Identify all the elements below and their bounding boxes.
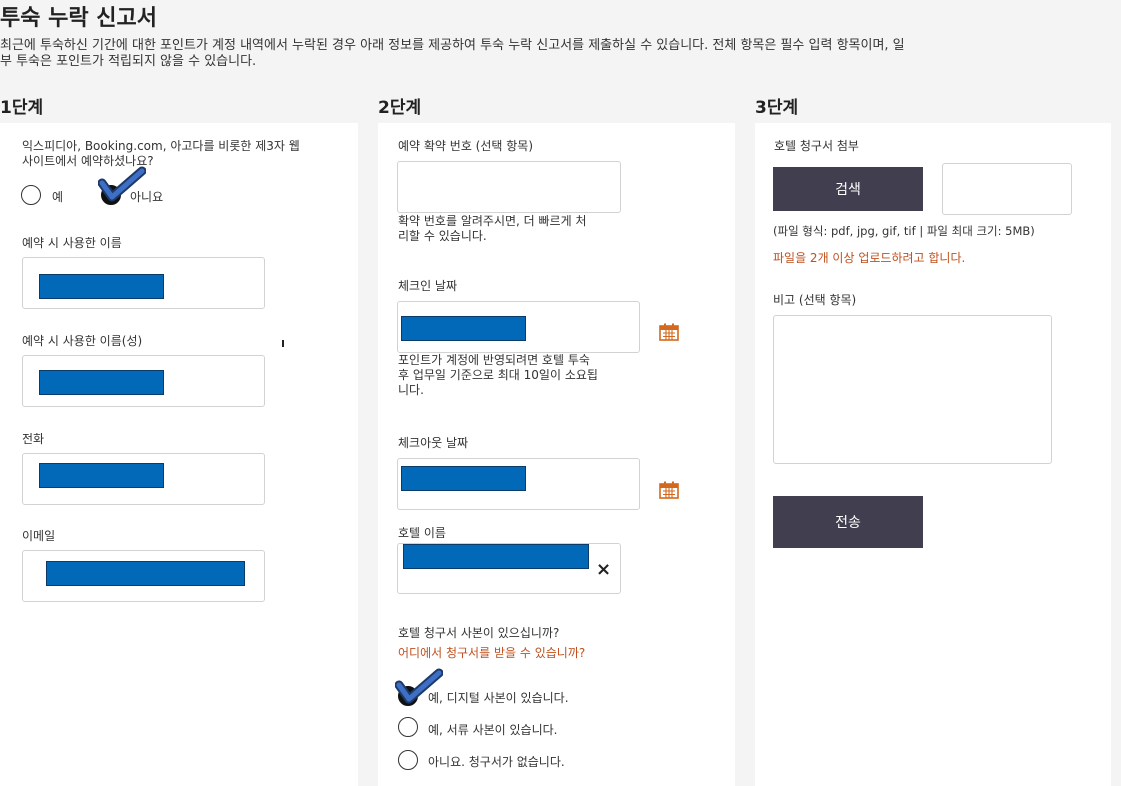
first-name-label: 예약 시 사용한 이름 <box>22 236 122 250</box>
step2-heading: 2단계 <box>378 98 422 118</box>
third-party-question-line-1: 익스피디아, Booking.com, 아고다를 비롯한 제3자 웹 <box>22 139 300 153</box>
confirmation-number-input[interactable] <box>397 161 621 213</box>
checkout-date-input[interactable] <box>397 458 640 510</box>
calendar-icon[interactable] <box>659 323 679 341</box>
text-cursor <box>282 340 284 347</box>
redacted-value <box>39 370 164 395</box>
upload-more-link[interactable]: 파일을 2개 이상 업로드하려고 합니다. <box>773 249 965 266</box>
hotel-name-label: 호텔 이름 <box>398 526 446 540</box>
checkin-hint-line-1: 포인트가 계정에 반영되려면 호텔 투숙 <box>398 353 590 367</box>
radio-third-party-no-label: 아니요 <box>130 190 164 204</box>
phone-input[interactable] <box>22 453 265 505</box>
redacted-value <box>46 561 245 586</box>
confirmation-hint: 확약 번호를 알려주시면, 더 빠르게 처 리할 수 있습니다. <box>398 214 628 244</box>
checkin-hint-line-2: 후 업무일 기준으로 최대 10일이 소요됩 <box>398 368 598 382</box>
radio-third-party-no[interactable] <box>101 185 121 205</box>
intro-line-2: 부 투숙은 포인트가 적립되지 않을 수 있습니다. <box>0 54 257 69</box>
browse-button[interactable]: 검색 <box>773 167 923 211</box>
radio-third-party-yes-label: 예 <box>52 190 64 204</box>
confirmation-hint-line-1: 확약 번호를 알려주시면, 더 빠르게 처 <box>398 214 587 228</box>
redacted-value <box>403 544 589 569</box>
intro-line-1: 최근에 투숙하신 기간에 대한 포인트가 계정 내역에서 누락된 경우 아래 정… <box>0 38 905 53</box>
file-name-input[interactable] <box>942 163 1072 215</box>
confirmation-hint-line-2: 리할 수 있습니다. <box>398 229 487 243</box>
radio-invoice-digital[interactable] <box>398 686 418 706</box>
email-input[interactable] <box>22 550 265 602</box>
third-party-question-line-2: 사이트에서 예약하셨나요? <box>22 154 154 168</box>
notes-textarea[interactable] <box>773 315 1052 464</box>
redacted-value <box>401 466 526 491</box>
checkin-hint-line-3: 니다. <box>398 383 424 397</box>
radio-invoice-paper-label: 예, 서류 사본이 있습니다. <box>428 723 558 737</box>
third-party-question: 익스피디아, Booking.com, 아고다를 비롯한 제3자 웹 사이트에서… <box>22 139 342 169</box>
hotel-name-input[interactable]: × <box>397 543 621 594</box>
first-name-input[interactable] <box>22 257 265 309</box>
confirmation-label: 예약 확약 번호 (선택 항목) <box>398 139 534 153</box>
step3-heading: 3단계 <box>755 98 799 118</box>
notes-label: 비고 (선택 항목) <box>773 293 857 307</box>
checkin-label: 체크인 날짜 <box>398 279 458 293</box>
email-label: 이메일 <box>22 529 56 543</box>
checkin-date-input[interactable] <box>397 301 640 353</box>
radio-invoice-digital-label: 예, 디지털 사본이 있습니다. <box>428 691 569 705</box>
redacted-value <box>39 274 164 299</box>
page-title: 투숙 누락 신고서 <box>0 6 157 31</box>
redacted-value <box>39 463 164 488</box>
radio-invoice-none-label: 아니요. 청구서가 없습니다. <box>428 755 565 769</box>
checkout-label: 체크아웃 날짜 <box>398 436 469 450</box>
checkin-hint: 포인트가 계정에 반영되려면 호텔 투숙 후 업무일 기준으로 최대 10일이 … <box>398 353 633 398</box>
step3-panel: 호텔 청구서 첨부 검색 (파일 형식: pdf, jpg, gif, tif … <box>755 123 1111 786</box>
radio-invoice-none[interactable] <box>398 750 418 770</box>
invoice-help-link[interactable]: 어디에서 청구서를 받을 수 있습니까? <box>398 644 585 661</box>
clear-icon[interactable]: × <box>596 561 611 579</box>
phone-label: 전화 <box>22 432 45 446</box>
intro-text: 최근에 투숙하신 기간에 대한 포인트가 계정 내역에서 누락된 경우 아래 정… <box>0 38 1121 70</box>
radio-third-party-yes[interactable] <box>21 185 41 205</box>
radio-invoice-paper[interactable] <box>398 717 418 737</box>
invoice-question: 호텔 청구서 사본이 있으십니까? <box>398 626 560 640</box>
file-format-hint: (파일 형식: pdf, jpg, gif, tif | 파일 최대 크기: 5… <box>773 224 1035 238</box>
calendar-icon[interactable] <box>659 481 679 499</box>
step1-panel: 익스피디아, Booking.com, 아고다를 비롯한 제3자 웹 사이트에서… <box>0 123 358 786</box>
step2-panel: 예약 확약 번호 (선택 항목) 확약 번호를 알려주시면, 더 빠르게 처 리… <box>378 123 735 786</box>
redacted-value <box>401 316 526 341</box>
last-name-label: 예약 시 사용한 이름(성) <box>22 334 143 348</box>
last-name-input[interactable] <box>22 355 265 407</box>
submit-button[interactable]: 전송 <box>773 496 923 548</box>
attach-invoice-label: 호텔 청구서 첨부 <box>774 139 859 153</box>
step1-heading: 1단계 <box>0 98 44 118</box>
